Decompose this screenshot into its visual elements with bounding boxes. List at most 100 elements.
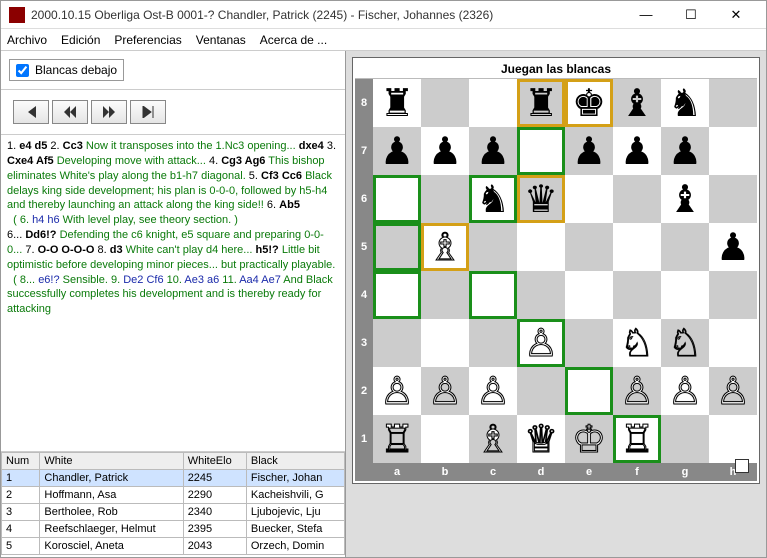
square-d8[interactable]: ♜: [517, 79, 565, 127]
piece-bb[interactable]: ♝: [620, 84, 654, 122]
square-h3[interactable]: [709, 319, 757, 367]
minimize-button[interactable]: —: [624, 2, 668, 28]
col-whiteelo[interactable]: WhiteElo: [183, 453, 246, 470]
piece-wb[interactable]: ♗: [428, 228, 462, 266]
table-row[interactable]: 3Bertholee, Rob2340Ljubojevic, Lju: [2, 504, 345, 521]
chess-board[interactable]: 8♜♜♚♝♞7♟♟♟♟♟♟6♞♛♝5♗♟43♙♘♘2♙♙♙♙♙♙1♖♗♕♔♖ab…: [355, 79, 757, 481]
square-d6[interactable]: ♛: [517, 175, 565, 223]
white-on-bottom-input[interactable]: [16, 64, 29, 77]
square-e7[interactable]: ♟: [565, 127, 613, 175]
square-h2[interactable]: ♙: [709, 367, 757, 415]
piece-br[interactable]: ♜: [524, 84, 558, 122]
notation-panel[interactable]: 1. e4 d5 2. Cc3 Now it transposes into t…: [1, 135, 345, 452]
square-f7[interactable]: ♟: [613, 127, 661, 175]
menu-edicion[interactable]: Edición: [61, 33, 100, 47]
piece-bp[interactable]: ♟: [428, 132, 462, 170]
square-g1[interactable]: [661, 415, 709, 463]
piece-wp[interactable]: ♙: [524, 324, 558, 362]
piece-wp[interactable]: ♙: [380, 372, 414, 410]
piece-wr[interactable]: ♖: [380, 420, 414, 458]
square-d2[interactable]: [517, 367, 565, 415]
menu-archivo[interactable]: Archivo: [7, 33, 47, 47]
square-g8[interactable]: ♞: [661, 79, 709, 127]
square-e3[interactable]: [565, 319, 613, 367]
square-c7[interactable]: ♟: [469, 127, 517, 175]
menu-ventanas[interactable]: Ventanas: [196, 33, 246, 47]
square-c8[interactable]: [469, 79, 517, 127]
square-c2[interactable]: ♙: [469, 367, 517, 415]
square-a3[interactable]: [373, 319, 421, 367]
square-c5[interactable]: [469, 223, 517, 271]
square-d3[interactable]: ♙: [517, 319, 565, 367]
square-d5[interactable]: [517, 223, 565, 271]
square-a7[interactable]: ♟: [373, 127, 421, 175]
square-b6[interactable]: [421, 175, 469, 223]
square-d7[interactable]: [517, 127, 565, 175]
goto-end-button[interactable]: [130, 100, 166, 124]
square-b8[interactable]: [421, 79, 469, 127]
square-e8[interactable]: ♚: [565, 79, 613, 127]
piece-bb[interactable]: ♝: [668, 180, 702, 218]
square-e4[interactable]: [565, 271, 613, 319]
square-c1[interactable]: ♗: [469, 415, 517, 463]
square-a2[interactable]: ♙: [373, 367, 421, 415]
col-black[interactable]: Black: [246, 453, 344, 470]
square-h4[interactable]: [709, 271, 757, 319]
piece-wr[interactable]: ♖: [620, 420, 654, 458]
step-forward-button[interactable]: [91, 100, 127, 124]
square-a4[interactable]: [373, 271, 421, 319]
piece-wq[interactable]: ♕: [524, 420, 558, 458]
square-f5[interactable]: [613, 223, 661, 271]
square-e1[interactable]: ♔: [565, 415, 613, 463]
table-row[interactable]: 1Chandler, Patrick2245Fischer, Johan: [2, 470, 345, 487]
piece-bq[interactable]: ♛: [524, 180, 558, 218]
piece-bp[interactable]: ♟: [476, 132, 510, 170]
maximize-button[interactable]: ☐: [669, 2, 713, 28]
table-row[interactable]: 5Korosciel, Aneta2043Orzech, Domin: [2, 538, 345, 555]
square-c3[interactable]: [469, 319, 517, 367]
col-num[interactable]: Num: [2, 453, 40, 470]
square-d4[interactable]: [517, 271, 565, 319]
piece-wp[interactable]: ♙: [476, 372, 510, 410]
square-c6[interactable]: ♞: [469, 175, 517, 223]
piece-br[interactable]: ♜: [380, 84, 414, 122]
goto-start-button[interactable]: [13, 100, 49, 124]
square-g4[interactable]: [661, 271, 709, 319]
menu-preferencias[interactable]: Preferencias: [114, 33, 181, 47]
piece-wp[interactable]: ♙: [428, 372, 462, 410]
square-f1[interactable]: ♖: [613, 415, 661, 463]
piece-wn[interactable]: ♘: [620, 324, 654, 362]
square-g5[interactable]: [661, 223, 709, 271]
square-f8[interactable]: ♝: [613, 79, 661, 127]
table-row[interactable]: 2Hoffmann, Asa2290Kacheishvili, G: [2, 487, 345, 504]
square-g7[interactable]: ♟: [661, 127, 709, 175]
piece-bn[interactable]: ♞: [668, 84, 702, 122]
square-h8[interactable]: [709, 79, 757, 127]
piece-bk[interactable]: ♚: [572, 84, 606, 122]
square-e5[interactable]: [565, 223, 613, 271]
square-b4[interactable]: [421, 271, 469, 319]
square-h5[interactable]: ♟: [709, 223, 757, 271]
table-row[interactable]: 4Reefschlaeger, Helmut2395Buecker, Stefa: [2, 521, 345, 538]
piece-bp[interactable]: ♟: [668, 132, 702, 170]
square-a8[interactable]: ♜: [373, 79, 421, 127]
piece-wb[interactable]: ♗: [476, 420, 510, 458]
piece-bp[interactable]: ♟: [716, 228, 750, 266]
square-a6[interactable]: [373, 175, 421, 223]
piece-bp[interactable]: ♟: [572, 132, 606, 170]
piece-wp[interactable]: ♙: [620, 372, 654, 410]
square-f6[interactable]: [613, 175, 661, 223]
piece-wp[interactable]: ♙: [716, 372, 750, 410]
square-a5[interactable]: [373, 223, 421, 271]
white-on-bottom-checkbox[interactable]: Blancas debajo: [9, 59, 124, 81]
square-e2[interactable]: [565, 367, 613, 415]
square-b7[interactable]: ♟: [421, 127, 469, 175]
piece-wn[interactable]: ♘: [668, 324, 702, 362]
piece-wp[interactable]: ♙: [668, 372, 702, 410]
square-e6[interactable]: [565, 175, 613, 223]
piece-bp[interactable]: ♟: [620, 132, 654, 170]
menu-acerca[interactable]: Acerca de ...: [260, 33, 327, 47]
square-c4[interactable]: [469, 271, 517, 319]
square-a1[interactable]: ♖: [373, 415, 421, 463]
square-g3[interactable]: ♘: [661, 319, 709, 367]
